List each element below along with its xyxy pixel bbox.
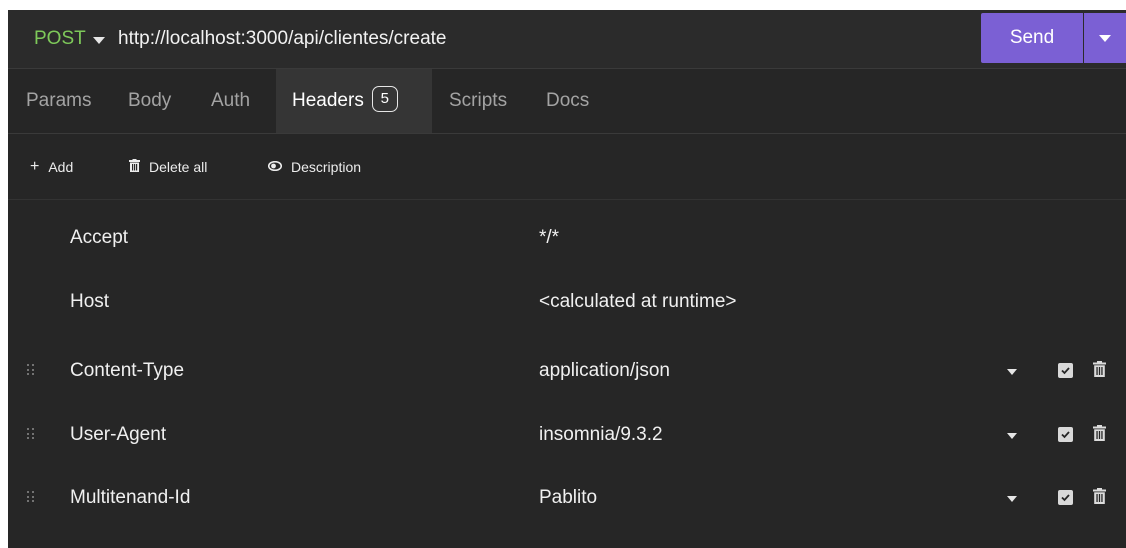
drag-handle-icon[interactable]	[27, 491, 35, 505]
tab-headers[interactable]: Headers 5	[276, 69, 432, 133]
header-value: <calculated at runtime>	[539, 291, 737, 312]
tab-body[interactable]: Body	[128, 69, 171, 133]
header-name-input[interactable]: User-Agent	[70, 402, 166, 468]
header-value: */*	[539, 227, 560, 248]
send-button[interactable]: Send	[981, 13, 1083, 63]
header-row: User-Agent insomnia/9.3.2	[8, 402, 1126, 468]
request-pane: POST http://localhost:3000/api/clientes/…	[8, 10, 1126, 548]
header-name-input[interactable]: Content-Type	[70, 338, 184, 404]
header-row: Multitenand-Id Pablito	[8, 465, 1126, 531]
headers-toolbar: + Add Delete all Description	[8, 134, 1126, 200]
tab-auth[interactable]: Auth	[211, 69, 250, 133]
enable-checkbox[interactable]	[1058, 490, 1073, 505]
eye-icon	[267, 160, 283, 174]
tab-headers-label: Headers	[292, 90, 364, 111]
chevron-down-icon	[1099, 35, 1111, 42]
header-value-input[interactable]: insomnia/9.3.2	[539, 402, 663, 468]
method-selector[interactable]: POST	[34, 28, 86, 50]
add-header-button[interactable]: + Add	[30, 158, 74, 176]
header-name-input[interactable]: Multitenand-Id	[70, 465, 190, 531]
header-name: Host	[70, 291, 110, 312]
drag-handle-icon[interactable]	[27, 428, 35, 442]
header-name: Accept	[70, 227, 129, 248]
url-bar: POST http://localhost:3000/api/clientes/…	[8, 10, 1126, 69]
drag-handle-icon[interactable]	[27, 364, 35, 378]
add-label: Add	[48, 159, 74, 175]
trash-icon	[129, 159, 140, 175]
delete-all-button[interactable]: Delete all	[129, 159, 207, 175]
header-value-input[interactable]: application/json	[539, 338, 670, 404]
url-input[interactable]: http://localhost:3000/api/clientes/creat…	[118, 28, 446, 50]
chevron-down-icon[interactable]	[1007, 433, 1017, 439]
header-value-input[interactable]: Pablito	[539, 465, 597, 531]
plus-icon: +	[30, 158, 40, 175]
header-row: Content-Type application/json	[8, 338, 1126, 404]
request-tabs: Params Body Auth Headers 5 Scripts Docs	[8, 69, 1126, 134]
chevron-down-icon[interactable]	[93, 37, 105, 44]
tab-scripts[interactable]: Scripts	[449, 69, 507, 133]
delete-all-label: Delete all	[149, 159, 208, 175]
trash-icon[interactable]	[1093, 488, 1106, 509]
tab-docs[interactable]: Docs	[546, 69, 589, 133]
header-row: Host <calculated at runtime>	[8, 269, 1126, 335]
trash-icon[interactable]	[1093, 361, 1106, 382]
tab-params[interactable]: Params	[26, 69, 91, 133]
description-label: Description	[291, 159, 362, 175]
header-row: Accept */*	[8, 205, 1126, 271]
chevron-down-icon[interactable]	[1007, 369, 1017, 375]
send-options-button[interactable]	[1084, 13, 1126, 63]
enable-checkbox[interactable]	[1058, 427, 1073, 442]
headers-count-badge: 5	[371, 85, 398, 112]
trash-icon[interactable]	[1093, 425, 1106, 446]
toggle-description-button[interactable]: Description	[267, 159, 362, 175]
enable-checkbox[interactable]	[1058, 363, 1073, 378]
chevron-down-icon[interactable]	[1007, 496, 1017, 502]
